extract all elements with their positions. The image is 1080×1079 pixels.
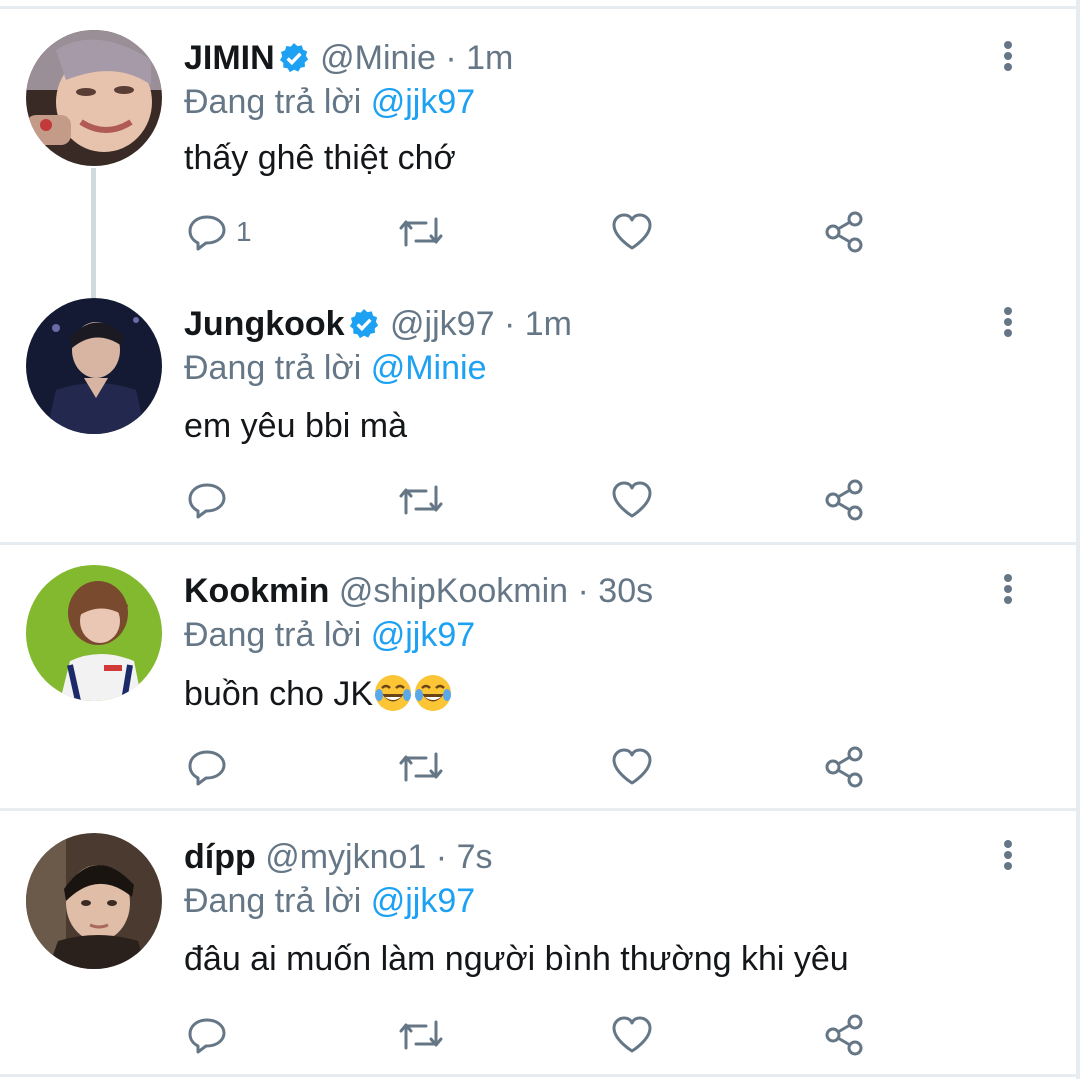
verified-badge-icon [279, 43, 308, 73]
share-icon [825, 211, 863, 253]
tweet-header: Kookmin @shipKookmin · 30s [184, 571, 653, 611]
share-button[interactable] [822, 478, 866, 522]
share-button[interactable] [822, 210, 866, 254]
display-name[interactable]: JIMIN [184, 39, 275, 77]
verified-badge-icon [349, 309, 378, 339]
tweet-actions: 1 [184, 210, 884, 254]
thread-line [91, 168, 96, 298]
retweet-icon [399, 217, 443, 247]
mention-link[interactable]: @Minie [371, 349, 487, 387]
reply-count: 1 [236, 216, 252, 247]
display-name[interactable]: dípp [184, 838, 256, 876]
timestamp: · 7s [435, 838, 493, 876]
replying-to: Đang trả lời @jjk97 [184, 83, 476, 121]
reply-icon [188, 750, 226, 786]
avatar[interactable] [26, 298, 162, 434]
tweet-text: em yêu bbi mà [184, 407, 407, 445]
user-handle[interactable]: @jjk97 [390, 305, 494, 343]
retweet-button[interactable] [396, 210, 446, 254]
tweet-actions [184, 1013, 884, 1057]
tweet-header: JIMIN @Minie · 1m [184, 38, 513, 78]
tweet-actions [184, 745, 884, 789]
like-button[interactable] [610, 1013, 654, 1057]
mention-link[interactable]: @jjk97 [371, 616, 475, 654]
tweet-3[interactable]: Kookmin @shipKookmin · 30s Đang trả lời … [0, 545, 1080, 807]
tweet-header: dípp @myjkno1 · 7s [184, 837, 492, 877]
face-with-tears-of-joy-icon [415, 675, 452, 711]
display-name[interactable]: Kookmin [184, 572, 329, 610]
tweet-2[interactable]: Jungkook @jjk97 · 1m Đang trả lời @Minie… [0, 290, 1080, 542]
tweet-header: Jungkook @jjk97 · 1m [184, 304, 572, 344]
tweet-actions [184, 478, 884, 522]
share-button[interactable] [822, 745, 866, 789]
replying-to: Đang trả lời @Minie [184, 349, 487, 387]
replying-to: Đang trả lời @jjk97 [184, 882, 476, 920]
retweet-button[interactable] [396, 478, 446, 522]
more-icon[interactable] [996, 837, 1020, 877]
share-icon [825, 746, 863, 788]
tweet-text: đâu ai muốn làm người bình thường khi yê… [184, 940, 849, 978]
like-icon [612, 748, 652, 785]
reply-button[interactable] [186, 478, 236, 522]
timestamp: · 1m [445, 39, 514, 77]
tweet-text: buồn cho JK [184, 673, 453, 714]
reply-icon [188, 1018, 226, 1054]
reply-button[interactable] [186, 1013, 236, 1057]
like-icon [612, 1016, 652, 1053]
mention-link[interactable]: @jjk97 [371, 882, 475, 920]
avatar[interactable] [26, 30, 162, 166]
avatar[interactable] [26, 565, 162, 701]
like-icon [612, 481, 652, 518]
reply-icon [188, 215, 226, 251]
share-icon [825, 1014, 863, 1056]
timestamp: · 1m [503, 305, 572, 343]
retweet-icon [399, 485, 443, 515]
reply-button[interactable]: 1 [186, 210, 252, 254]
like-button[interactable] [610, 478, 654, 522]
tweet-1[interactable]: JIMIN @Minie · 1m Đang trả lời @jjk97 th… [0, 0, 1080, 298]
face-with-tears-of-joy-icon [375, 675, 412, 711]
user-handle[interactable]: @Minie [320, 39, 436, 77]
reply-icon [188, 483, 226, 519]
bottom-divider [0, 1074, 1080, 1077]
reply-button[interactable] [186, 745, 236, 789]
user-handle[interactable]: @myjkno1 [265, 838, 426, 876]
tweet-text: thấy ghê thiệt chớ [184, 139, 456, 177]
like-button[interactable] [610, 745, 654, 789]
share-button[interactable] [822, 1013, 866, 1057]
retweet-icon [399, 1020, 443, 1050]
more-icon[interactable] [996, 571, 1020, 611]
like-icon [612, 213, 652, 250]
timestamp: · 30s [577, 572, 654, 610]
share-icon [825, 479, 863, 521]
user-handle[interactable]: @shipKookmin [339, 572, 568, 610]
more-icon[interactable] [996, 38, 1020, 78]
retweet-button[interactable] [396, 1013, 446, 1057]
display-name[interactable]: Jungkook [184, 305, 345, 343]
avatar[interactable] [26, 833, 162, 969]
replying-to: Đang trả lời @jjk97 [184, 616, 476, 654]
tweet-4[interactable]: dípp @myjkno1 · 7s Đang trả lời @jjk97 đ… [0, 811, 1080, 1073]
more-icon[interactable] [996, 304, 1020, 344]
retweet-icon [399, 752, 443, 782]
mention-link[interactable]: @jjk97 [371, 83, 475, 121]
like-button[interactable] [610, 210, 654, 254]
retweet-button[interactable] [396, 745, 446, 789]
